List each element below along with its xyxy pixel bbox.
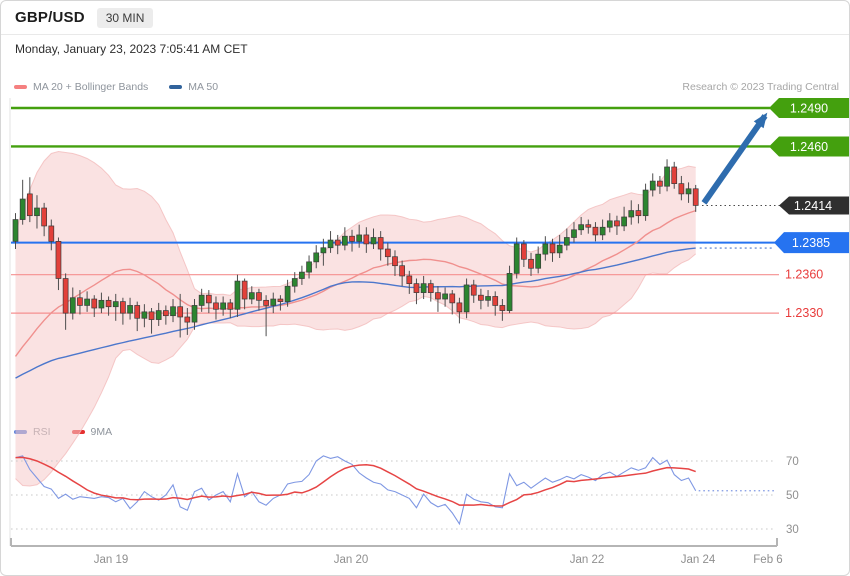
svg-text:1.2490: 1.2490 [790,102,828,116]
svg-text:1.2360: 1.2360 [785,268,823,282]
svg-text:30: 30 [786,524,799,536]
svg-text:1.2460: 1.2460 [790,140,828,154]
price-chart-canvas[interactable]: 1.2490 1.2460 1.2414 1.2385 1.2360 1.2330 70 50… [1,1,850,576]
svg-text:1.2414: 1.2414 [794,199,832,213]
svg-text:Jan 19: Jan 19 [94,554,129,566]
svg-text:Jan 22: Jan 22 [570,554,605,566]
svg-text:Feb 6: Feb 6 [753,554,782,566]
svg-text:Jan 20: Jan 20 [334,554,369,566]
trading-central-chart-card: GBP/USD 30 MIN Monday, January 23, 2023 … [0,0,850,576]
svg-text:1.2330: 1.2330 [785,306,823,320]
svg-text:50: 50 [786,490,799,502]
svg-text:1.2385: 1.2385 [792,236,830,250]
svg-text:Jan 24: Jan 24 [681,554,716,566]
svg-text:70: 70 [786,456,799,468]
